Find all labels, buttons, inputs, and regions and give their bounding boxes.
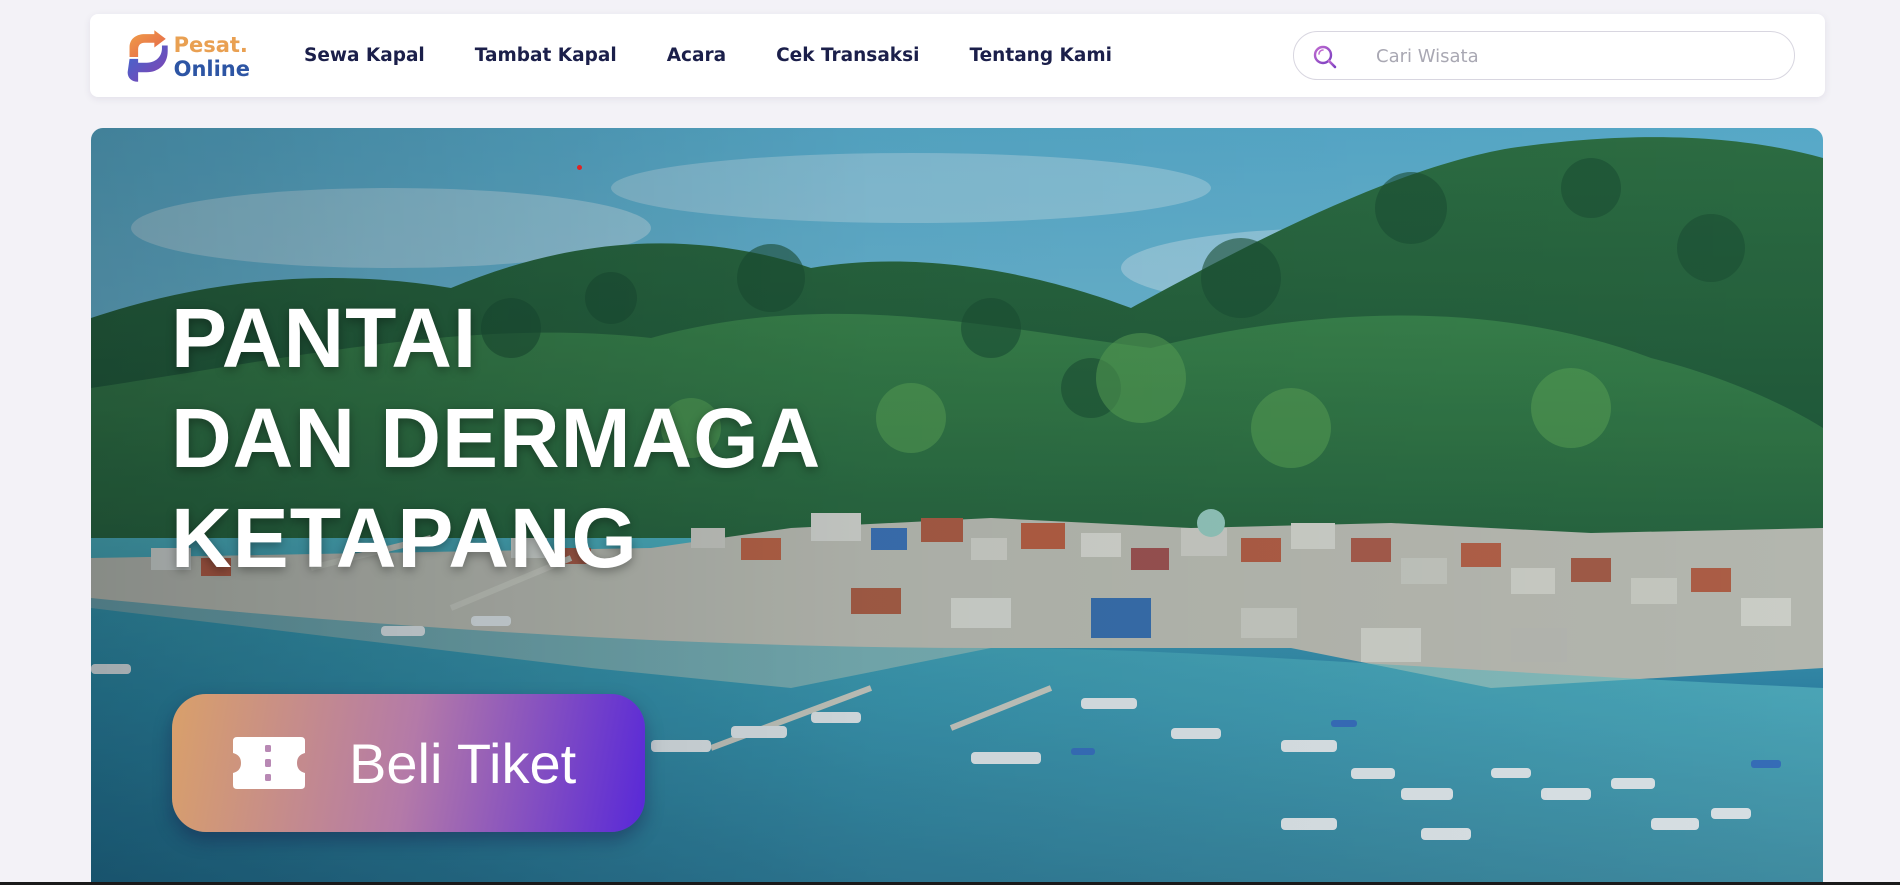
nav-link-cek-transaksi[interactable]: Cek Transaksi <box>776 45 919 66</box>
buy-ticket-label: Beli Tiket <box>349 731 577 795</box>
hero-title-line-1: PANTAI <box>171 291 478 385</box>
site-logo[interactable]: Pesat. Online <box>120 29 250 85</box>
nav-link-tambat-kapal[interactable]: Tambat Kapal <box>475 45 617 66</box>
nav-link-acara[interactable]: Acara <box>667 45 726 66</box>
search-icon[interactable] <box>1312 44 1338 70</box>
top-navbar: Pesat. Online Sewa Kapal Tambat Kapal Ac… <box>90 14 1825 97</box>
search-bar[interactable] <box>1293 31 1795 80</box>
buy-ticket-button[interactable]: Beli Tiket <box>172 694 645 832</box>
search-input[interactable] <box>1374 40 1774 72</box>
red-dot-marker <box>577 165 582 170</box>
hero-banner: PANTAI DAN DERMAGA KETAPANG Beli Tiket <box>91 128 1823 885</box>
nav-link-sewa-kapal[interactable]: Sewa Kapal <box>304 45 425 66</box>
main-nav: Sewa Kapal Tambat Kapal Acara Cek Transa… <box>304 14 1162 97</box>
logo-text-line1: Pesat. <box>173 32 248 57</box>
hero-title-line-2: DAN DERMAGA <box>171 391 822 485</box>
hero-title: PANTAI DAN DERMAGA KETAPANG <box>171 288 821 588</box>
pesat-logo-icon <box>127 30 168 82</box>
ticket-icon <box>233 737 305 789</box>
nav-link-tentang-kami[interactable]: Tentang Kami <box>969 45 1112 66</box>
logo-text-line2: Online <box>173 56 250 81</box>
hero-title-line-3: KETAPANG <box>171 491 638 585</box>
